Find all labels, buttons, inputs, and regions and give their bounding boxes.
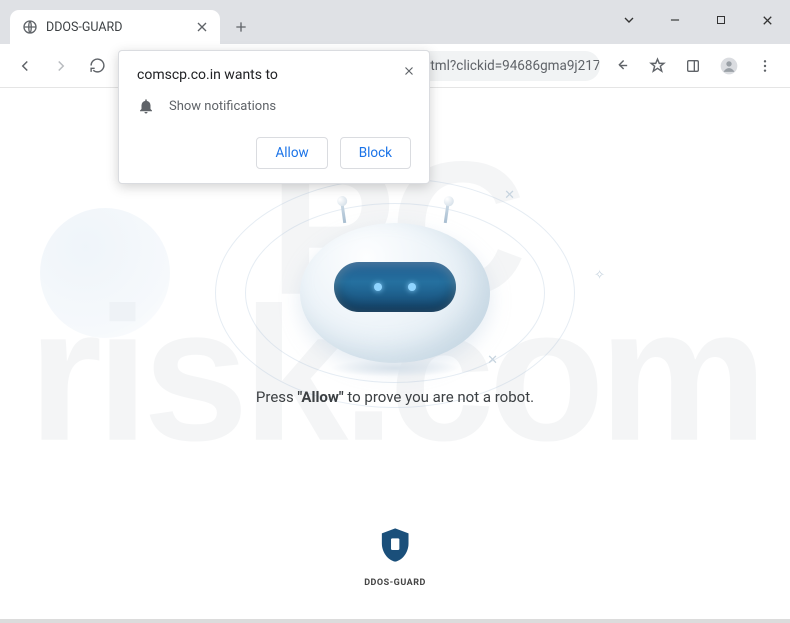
bell-icon bbox=[137, 97, 155, 115]
popup-permission-row: Show notifications bbox=[137, 97, 411, 115]
decorative-circle bbox=[40, 208, 170, 338]
close-icon bbox=[402, 64, 416, 78]
robot-illustration bbox=[300, 223, 490, 363]
reload-button[interactable] bbox=[82, 51, 112, 81]
share-icon[interactable] bbox=[606, 51, 636, 81]
globe-icon bbox=[22, 19, 38, 35]
close-popup-button[interactable] bbox=[399, 61, 419, 81]
forward-button[interactable] bbox=[46, 51, 76, 81]
maximize-button[interactable] bbox=[704, 6, 738, 34]
sparkle-icon: ✧ bbox=[594, 268, 605, 283]
block-button[interactable]: Block bbox=[340, 137, 411, 169]
brand-badge: DDOS-GUARD bbox=[364, 522, 426, 588]
instruction-text: Press "Allow" to prove you are not a rob… bbox=[0, 388, 790, 406]
browser-tab[interactable]: DDOS-GUARD bbox=[10, 10, 220, 44]
minimize-button[interactable] bbox=[658, 6, 692, 34]
side-panel-icon[interactable] bbox=[678, 51, 708, 81]
chevron-down-icon[interactable] bbox=[612, 6, 646, 34]
new-tab-button[interactable] bbox=[226, 12, 256, 42]
sparkle-icon: ✕ bbox=[504, 188, 515, 203]
close-window-button[interactable] bbox=[750, 6, 784, 34]
brand-label: DDOS-GUARD bbox=[364, 578, 426, 588]
tab-title: DDOS-GUARD bbox=[46, 20, 186, 35]
sparkle-icon: ✕ bbox=[487, 353, 498, 368]
browser-titlebar: DDOS-GUARD bbox=[0, 0, 790, 44]
popup-title: comscp.co.in wants to bbox=[137, 67, 411, 83]
menu-icon[interactable] bbox=[750, 51, 780, 81]
window-controls bbox=[612, 6, 784, 34]
allow-button[interactable]: Allow bbox=[256, 137, 327, 169]
bookmark-icon[interactable] bbox=[642, 51, 672, 81]
back-button[interactable] bbox=[10, 51, 40, 81]
permission-label: Show notifications bbox=[169, 99, 276, 114]
shield-icon bbox=[375, 522, 415, 568]
profile-icon[interactable] bbox=[714, 51, 744, 81]
notification-permission-popup: comscp.co.in wants to Show notifications… bbox=[118, 50, 430, 184]
close-tab-icon[interactable] bbox=[194, 19, 210, 35]
frame-border bbox=[0, 619, 790, 623]
